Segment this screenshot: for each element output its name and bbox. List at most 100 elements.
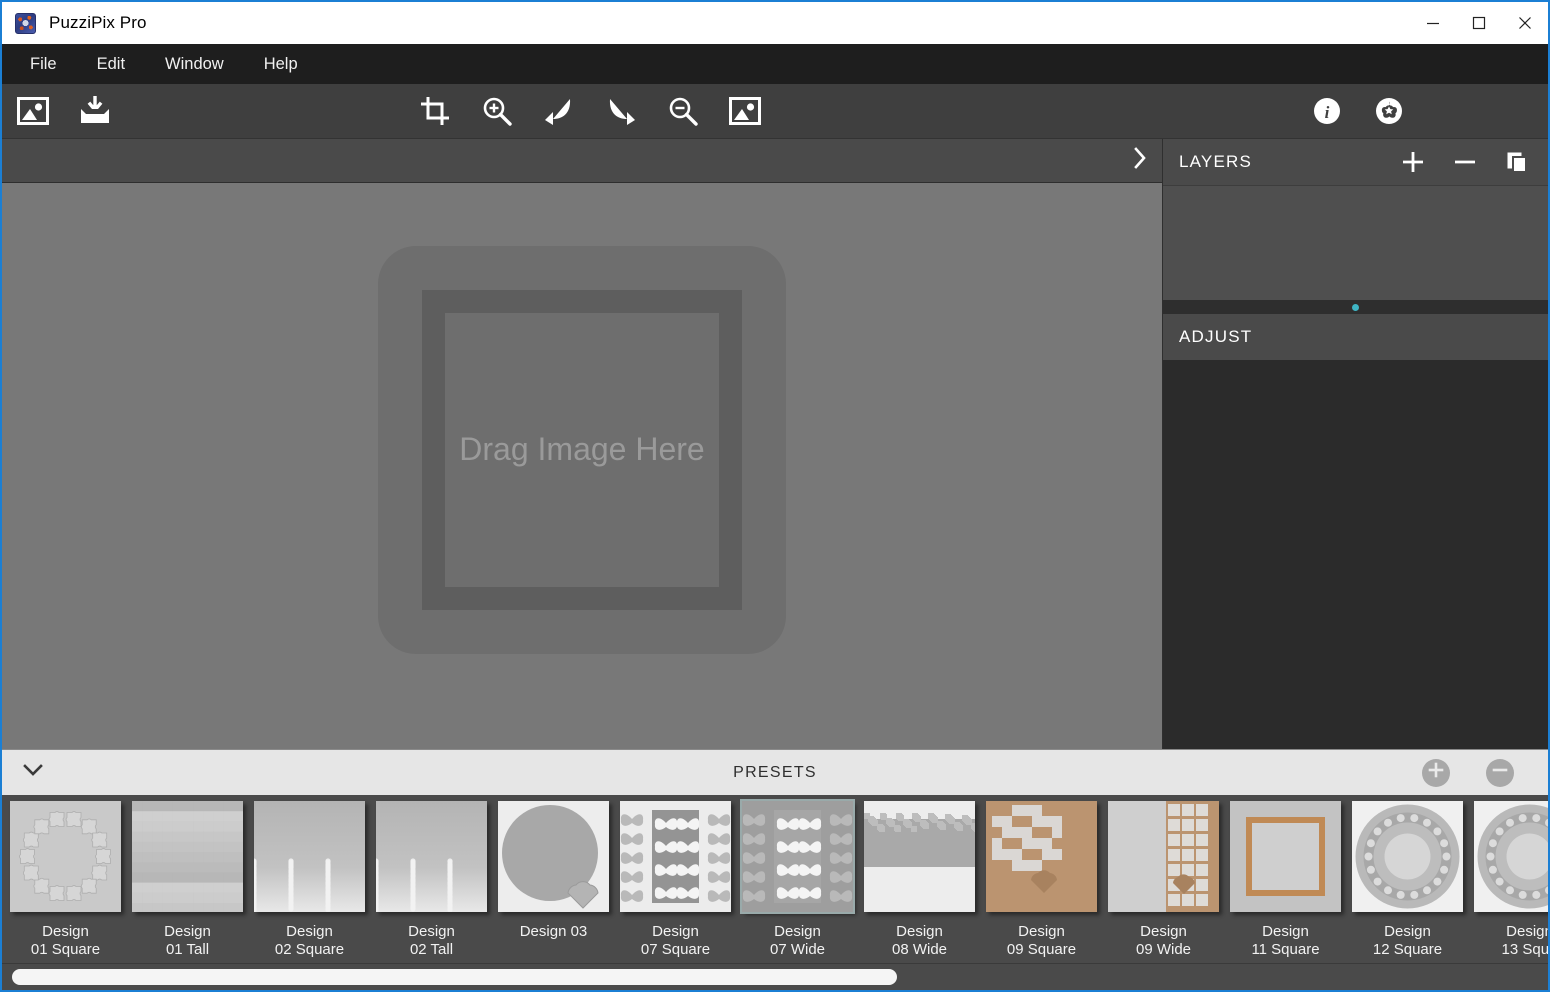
layers-panel-title: LAYERS <box>1179 152 1252 172</box>
layers-panel-tools <box>1396 139 1534 185</box>
crop-button[interactable] <box>404 84 466 139</box>
maximize-button[interactable] <box>1456 2 1502 44</box>
presets-actions <box>1422 759 1514 787</box>
redo-icon <box>606 97 636 125</box>
preset-thumbnail[interactable] <box>1474 801 1548 912</box>
preset-item[interactable]: Design 07 Wide <box>742 801 853 960</box>
undo-button[interactable] <box>528 84 590 139</box>
preset-thumbnail[interactable] <box>498 801 609 912</box>
preset-item[interactable]: Design 02 Square <box>254 801 365 960</box>
canvas-column: Drag Image Here <box>2 139 1162 749</box>
presets-scrollbar[interactable] <box>2 963 1548 990</box>
plus-icon <box>1428 762 1444 783</box>
puzzle-settings-button[interactable] <box>1358 84 1420 139</box>
puzzle-settings-icon <box>1374 96 1404 126</box>
main-toolbar: i <box>2 84 1548 139</box>
preset-item[interactable]: Design 07 Square <box>620 801 731 960</box>
preset-item[interactable]: Design 13 Squa <box>1474 801 1548 960</box>
preset-label: Design 01 Tall <box>164 923 211 960</box>
preset-label: Design 07 Square <box>641 923 710 960</box>
preset-thumbnail[interactable] <box>10 801 121 912</box>
preset-thumbnail[interactable] <box>376 801 487 912</box>
scrollbar-thumb[interactable] <box>12 969 897 985</box>
preset-thumbnail[interactable] <box>132 801 243 912</box>
menu-help[interactable]: Help <box>244 49 318 80</box>
redo-button[interactable] <box>590 84 652 139</box>
info-button[interactable]: i <box>1296 84 1358 139</box>
preset-item[interactable]: Design 09 Square <box>986 801 1097 960</box>
panel-splitter[interactable] <box>1163 300 1548 314</box>
preset-label: Design 13 Squa <box>1502 923 1548 960</box>
dropzone-inner: Drag Image Here <box>445 313 719 587</box>
info-icon: i <box>1312 96 1342 126</box>
preset-label: Design 09 Square <box>1007 923 1076 960</box>
dropzone-frame: Drag Image Here <box>422 290 742 610</box>
menu-edit[interactable]: Edit <box>77 49 145 80</box>
duplicate-layer-icon <box>1505 150 1529 174</box>
fit-image-button[interactable] <box>714 84 776 139</box>
preset-item[interactable]: Design 11 Square <box>1230 801 1341 960</box>
workspace: Drag Image Here LAYERS <box>2 139 1548 749</box>
add-layer-button[interactable] <box>1396 145 1430 179</box>
preset-thumbnail[interactable] <box>986 801 1097 912</box>
minimize-button[interactable] <box>1410 2 1456 44</box>
preset-item[interactable]: Design 01 Tall <box>132 801 243 960</box>
remove-preset-button[interactable] <box>1486 759 1514 787</box>
duplicate-layer-button[interactable] <box>1500 145 1534 179</box>
menu-file[interactable]: File <box>10 49 77 80</box>
open-image-button[interactable] <box>2 84 64 139</box>
save-image-button[interactable] <box>64 84 126 139</box>
preset-thumbnail[interactable] <box>620 801 731 912</box>
minus-icon <box>1492 762 1508 783</box>
menu-window[interactable]: Window <box>145 49 244 80</box>
preset-item[interactable]: Design 03 <box>498 801 609 941</box>
image-dropzone[interactable]: Drag Image Here <box>378 246 786 654</box>
canvas-area[interactable]: Drag Image Here <box>2 183 1162 749</box>
preset-thumbnail[interactable] <box>1108 801 1219 912</box>
preset-label: Design 08 Wide <box>892 923 947 960</box>
right-panel: LAYERS <box>1162 139 1548 749</box>
canvas-toolbar <box>2 139 1162 183</box>
add-preset-button[interactable] <box>1422 759 1450 787</box>
expand-panel-button[interactable] <box>1118 139 1162 183</box>
preset-thumbnail[interactable] <box>742 801 853 912</box>
window-title: PuzziPix Pro <box>49 13 147 33</box>
preset-item[interactable]: Design 01 Square <box>10 801 121 960</box>
undo-icon <box>544 97 574 125</box>
plus-icon <box>1401 150 1425 174</box>
zoom-in-icon <box>482 96 512 126</box>
window-controls <box>1410 2 1548 44</box>
application-window: PuzziPix Pro File Edit Window Help <box>0 0 1550 992</box>
preset-label: Design 11 Square <box>1251 923 1319 960</box>
presets-strip[interactable]: Design 01 Square Design 01 Tall Design 02… <box>2 795 1548 963</box>
minus-icon <box>1453 150 1477 174</box>
zoom-out-button[interactable] <box>652 84 714 139</box>
preset-thumbnail[interactable] <box>864 801 975 912</box>
preset-item[interactable]: Design 08 Wide <box>864 801 975 960</box>
close-button[interactable] <box>1502 2 1548 44</box>
preset-item[interactable]: Design 09 Wide <box>1108 801 1219 960</box>
preset-label: Design 12 Square <box>1373 923 1442 960</box>
scrollbar-track[interactable] <box>12 969 1538 985</box>
preset-label: Design 09 Wide <box>1136 923 1191 960</box>
layers-list[interactable] <box>1163 185 1548 300</box>
preset-label: Design 02 Tall <box>408 923 455 960</box>
zoom-in-button[interactable] <box>466 84 528 139</box>
adjust-panel-header: ADJUST <box>1163 314 1548 360</box>
preset-thumbnail[interactable] <box>1352 801 1463 912</box>
dropzone-label: Drag Image Here <box>459 427 704 472</box>
menu-bar: File Edit Window Help <box>2 44 1548 84</box>
layers-panel-header: LAYERS <box>1163 139 1548 185</box>
collapse-presets-button[interactable] <box>2 750 64 796</box>
svg-text:i: i <box>1325 103 1330 122</box>
preset-thumbnail[interactable] <box>1230 801 1341 912</box>
preset-item[interactable]: Design 02 Tall <box>376 801 487 960</box>
preset-thumbnail[interactable] <box>254 801 365 912</box>
preset-label: Design 02 Square <box>275 923 344 960</box>
adjust-content[interactable] <box>1163 360 1548 749</box>
zoom-out-icon <box>668 96 698 126</box>
preset-item[interactable]: Design 12 Square <box>1352 801 1463 960</box>
remove-layer-button[interactable] <box>1448 145 1482 179</box>
preset-label: Design 03 <box>520 923 588 941</box>
open-image-icon <box>17 97 49 125</box>
